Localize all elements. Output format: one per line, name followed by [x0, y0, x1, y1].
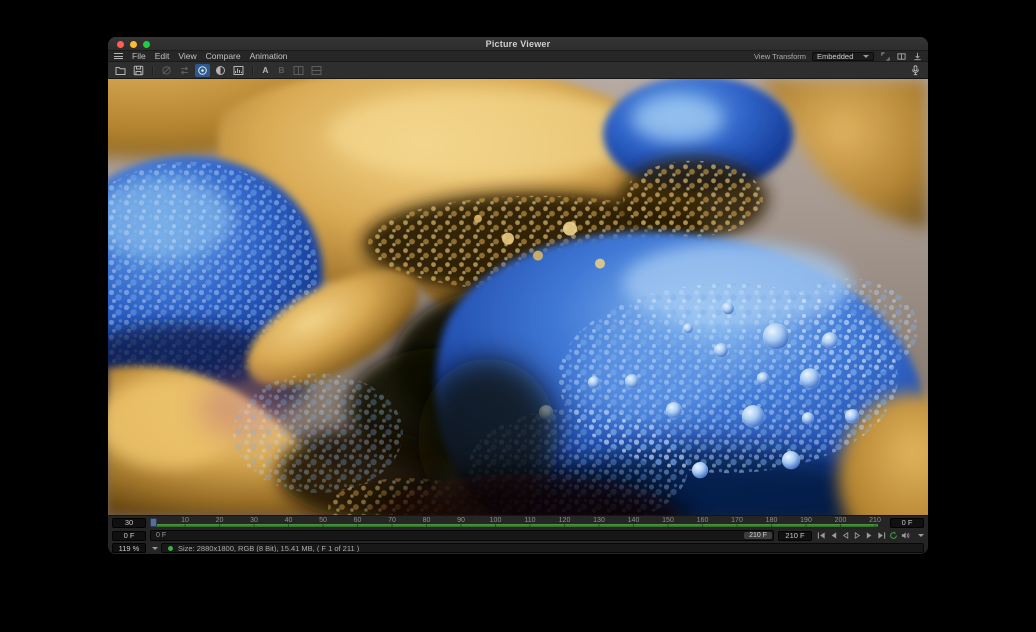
- range-end-field[interactable]: 210 F: [778, 531, 812, 541]
- microphone-icon[interactable]: [908, 64, 923, 77]
- render-artwork: [108, 79, 928, 515]
- contrast-icon[interactable]: [213, 64, 228, 77]
- range-start-label: 0 F: [151, 532, 166, 539]
- volume-button[interactable]: [900, 530, 911, 541]
- menu-animation[interactable]: Animation: [250, 51, 288, 61]
- menubar: File Edit View Compare Animation View Tr…: [108, 51, 928, 62]
- menu-compare[interactable]: Compare: [206, 51, 241, 61]
- play-forward-button[interactable]: [852, 530, 863, 541]
- render-image: [108, 79, 928, 515]
- current-frame-field[interactable]: 0 F: [890, 518, 924, 528]
- window-titlebar[interactable]: Picture Viewer: [108, 37, 928, 51]
- expand-icon[interactable]: [880, 52, 890, 61]
- menu-view[interactable]: View: [178, 51, 196, 61]
- chevron-down-icon: [863, 55, 869, 58]
- open-folder-icon[interactable]: [113, 64, 128, 77]
- next-frame-button[interactable]: [864, 530, 875, 541]
- use-as-b-button[interactable]: B: [275, 64, 288, 77]
- split-horizontal-icon[interactable]: [309, 64, 324, 77]
- compare-swap-icon[interactable]: [177, 64, 192, 77]
- close-button[interactable]: [117, 41, 124, 48]
- range-end-handle[interactable]: 210 F: [744, 532, 772, 539]
- menu-file[interactable]: File: [132, 51, 146, 61]
- timeline-ruler-row: 30 1020304050607080901001101201301401501…: [108, 515, 928, 529]
- window-title: Picture Viewer: [108, 39, 928, 49]
- timeline-transport-row: 0 F 0 F 210 F 210 F: [108, 529, 928, 542]
- compare-ab-icon[interactable]: [195, 64, 210, 77]
- use-as-a-button[interactable]: A: [259, 64, 272, 77]
- dual-view-icon[interactable]: [896, 52, 906, 61]
- picture-viewer-window: Picture Viewer File Edit View Compare An…: [108, 37, 928, 554]
- histogram-icon[interactable]: [231, 64, 246, 77]
- status-info-text: Size: 2880x1800, RGB (8 Bit), 15.41 MB, …: [178, 544, 359, 553]
- zoom-level-field[interactable]: 119 %: [112, 543, 146, 553]
- minimize-button[interactable]: [130, 41, 137, 48]
- download-icon[interactable]: [912, 52, 922, 61]
- loop-mode-button[interactable]: [888, 530, 899, 541]
- status-row: 119 % Size: 2880x1800, RGB (8 Bit), 15.4…: [108, 542, 928, 554]
- toolbar: A B: [108, 62, 928, 79]
- status-bar: Size: 2880x1800, RGB (8 Bit), 15.41 MB, …: [161, 543, 924, 553]
- preview-range-bar[interactable]: 0 F 210 F: [150, 530, 774, 541]
- timeline-range-bar[interactable]: [151, 524, 878, 527]
- transport-flyout-button[interactable]: [915, 534, 924, 537]
- play-backward-button[interactable]: [840, 530, 851, 541]
- traffic-lights: [117, 41, 150, 48]
- zoom-dropdown-button[interactable]: [149, 543, 158, 553]
- view-transform-value: Embedded: [817, 52, 853, 61]
- transport-controls: [816, 530, 911, 541]
- range-start-field[interactable]: 0 F: [112, 531, 146, 541]
- playhead-handle[interactable]: [150, 518, 157, 527]
- toolbar-separator: [252, 66, 253, 75]
- view-transform-label: View Transform: [754, 52, 806, 61]
- goto-start-button[interactable]: [816, 530, 827, 541]
- menu-edit[interactable]: Edit: [155, 51, 170, 61]
- zoom-button[interactable]: [143, 41, 150, 48]
- status-indicator-icon: [168, 546, 173, 551]
- timeline-ruler[interactable]: 1020304050607080901001101201301401501601…: [150, 516, 886, 529]
- previous-frame-button[interactable]: [828, 530, 839, 541]
- split-vertical-icon[interactable]: [291, 64, 306, 77]
- navigate-icon[interactable]: [159, 64, 174, 77]
- toolbar-separator: [152, 66, 153, 75]
- save-icon[interactable]: [131, 64, 146, 77]
- goto-end-button[interactable]: [876, 530, 887, 541]
- view-transform-select[interactable]: Embedded: [812, 52, 874, 61]
- fps-field[interactable]: 30: [112, 518, 146, 528]
- hamburger-icon[interactable]: [114, 53, 123, 59]
